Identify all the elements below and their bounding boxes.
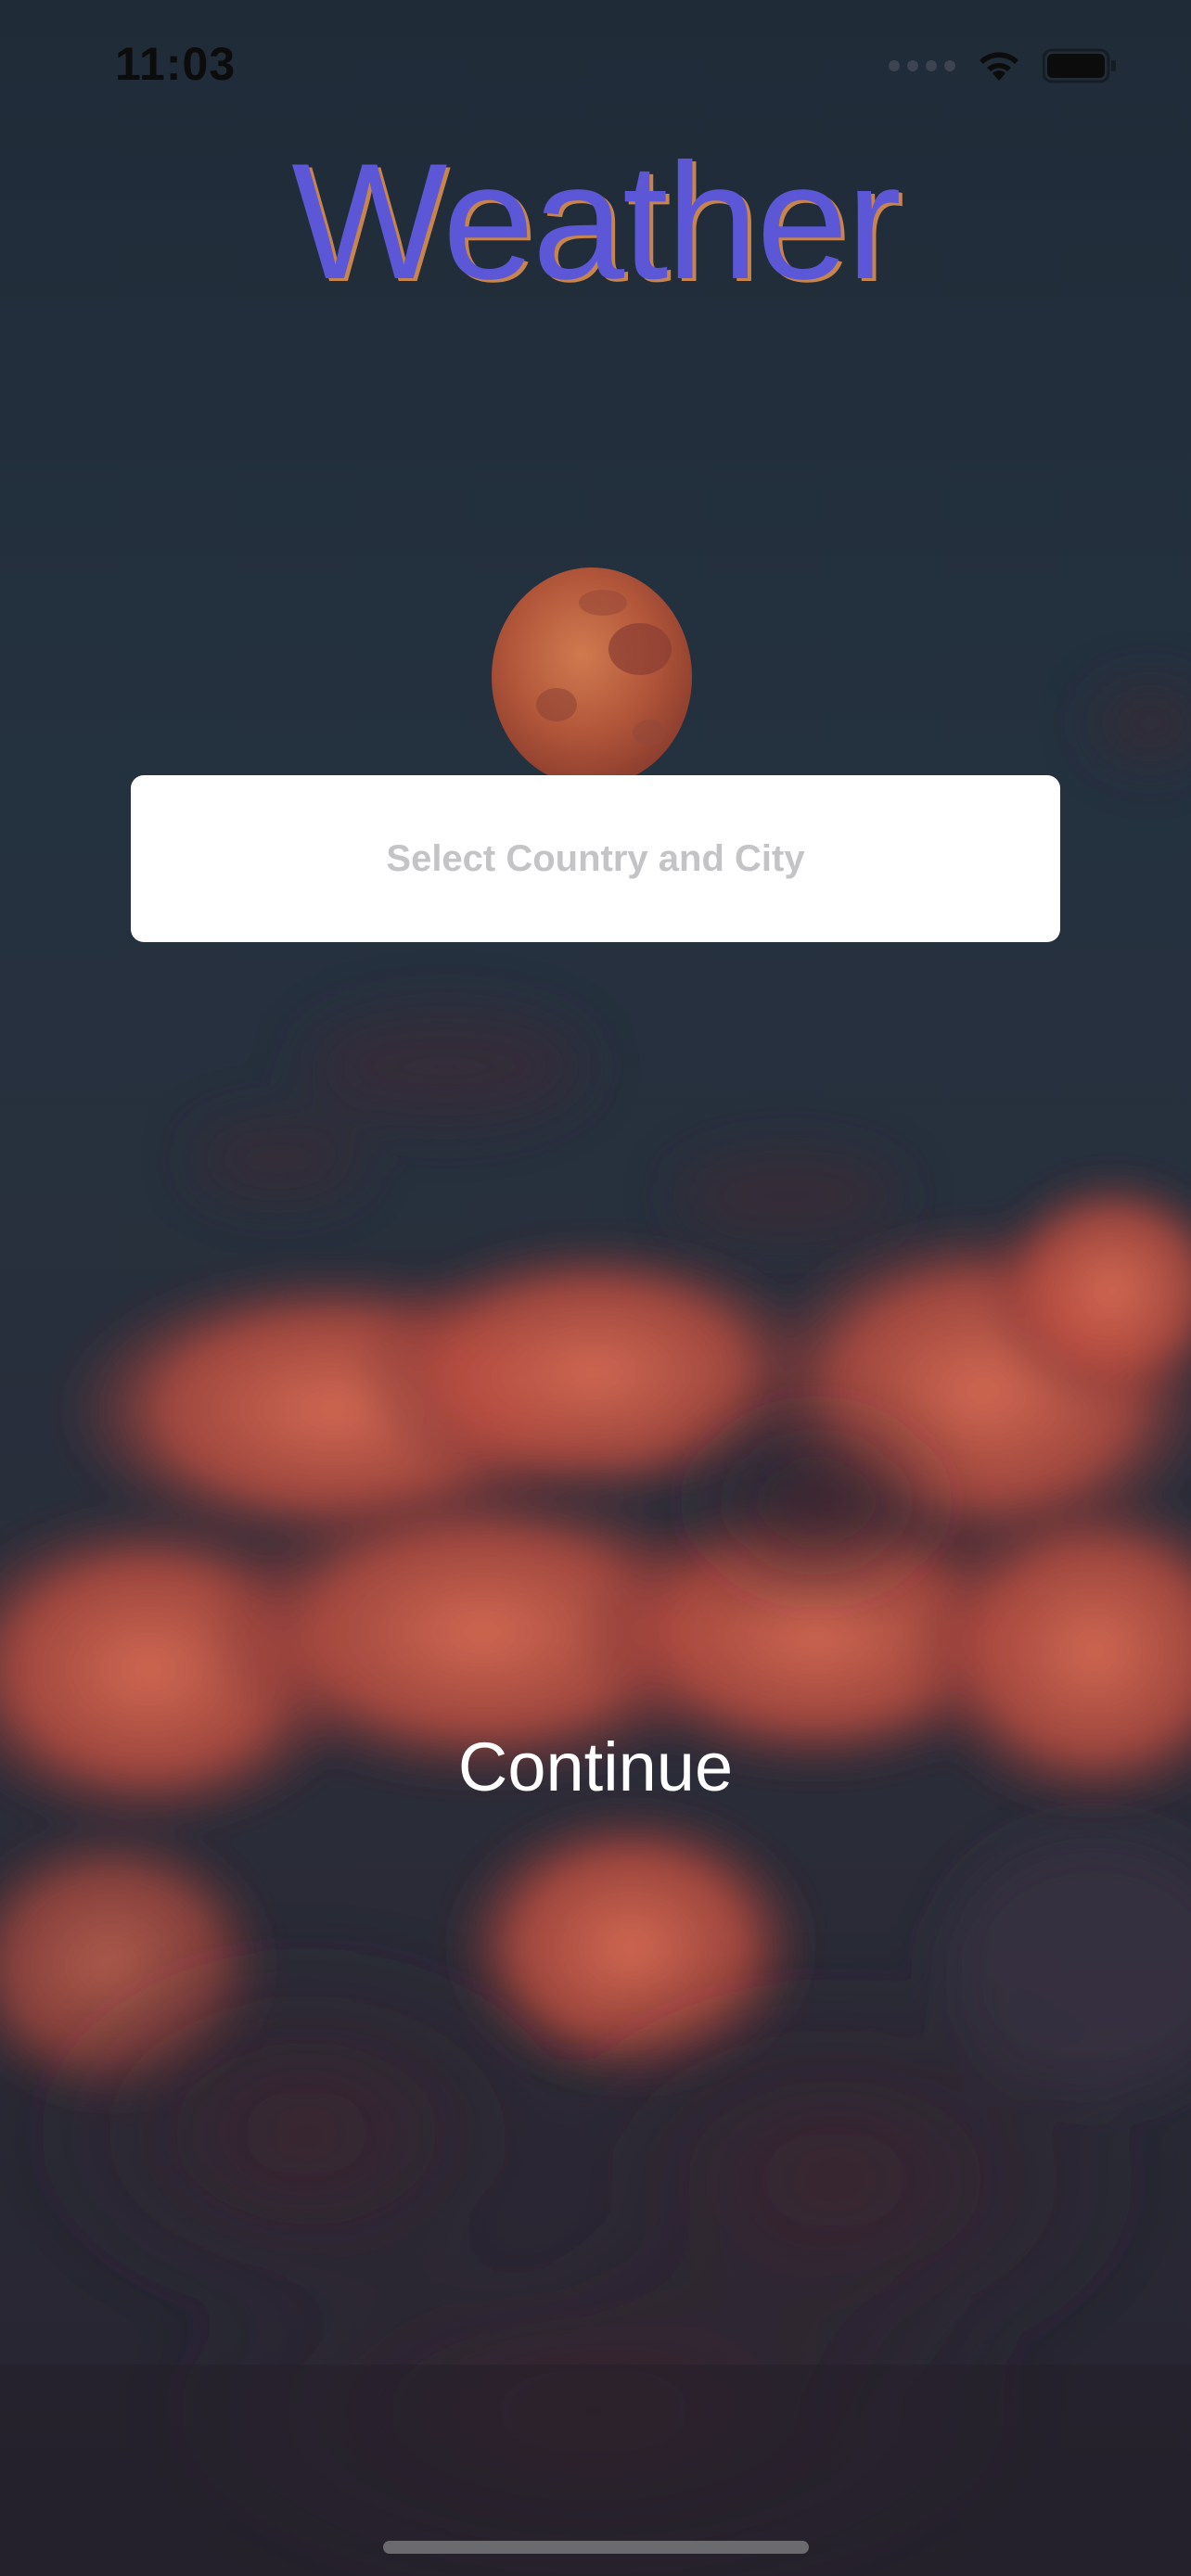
status-time: 11:03 [115, 38, 237, 90]
app-title: Weather [291, 129, 902, 313]
location-picker-placeholder: Select Country and City [386, 837, 805, 879]
status-bar: 11:03 [0, 0, 1191, 130]
cellular-signal-icon [889, 60, 955, 71]
background-image [0, 0, 1191, 2576]
battery-icon [1043, 48, 1116, 83]
moon-image [492, 567, 692, 786]
home-indicator[interactable] [383, 2541, 809, 2554]
status-icons [889, 48, 1117, 83]
continue-button[interactable]: Continue [317, 1706, 874, 1827]
wifi-icon [980, 52, 1018, 81]
location-picker-field[interactable]: Select Country and City [131, 775, 1060, 942]
weather-setup-screen: 11:03 Weather Select Country and City Co… [0, 0, 1191, 2576]
